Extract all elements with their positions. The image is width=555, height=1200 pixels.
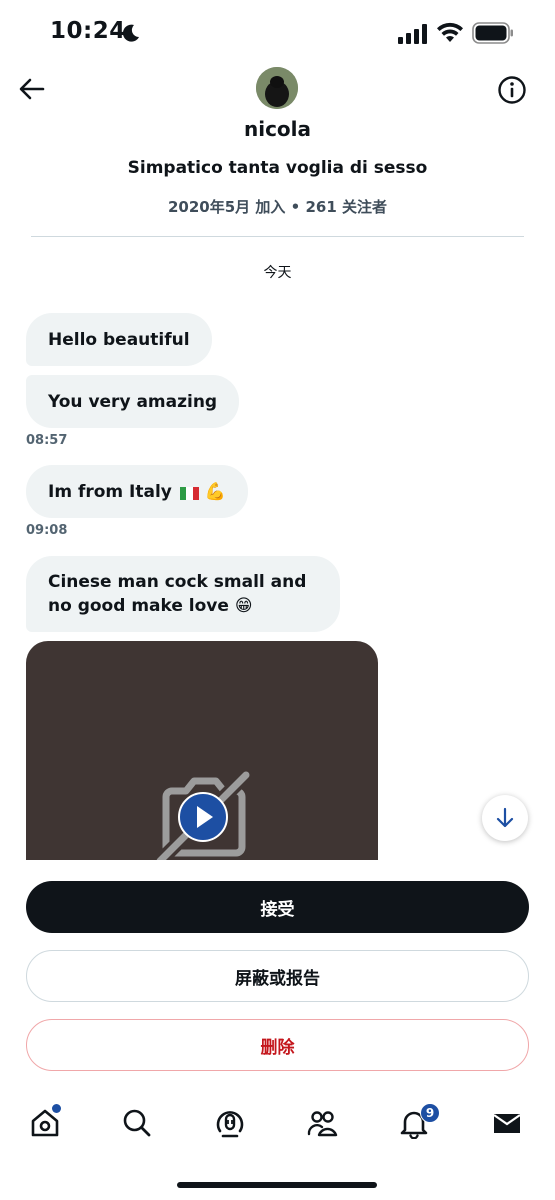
tab-home[interactable] bbox=[25, 1107, 65, 1143]
messages-envelope-icon bbox=[493, 1114, 521, 1133]
video-attachment[interactable] bbox=[26, 641, 378, 881]
message-timestamp: 08:57 bbox=[26, 433, 68, 448]
home-indicator bbox=[177, 1182, 377, 1188]
profile-bio: Simpatico tanta voglia di sesso bbox=[127, 158, 428, 178]
notification-count-badge: 9 bbox=[420, 1103, 440, 1123]
status-time: 10:24 bbox=[50, 18, 126, 44]
tab-search[interactable] bbox=[117, 1107, 157, 1143]
communities-icon bbox=[307, 1111, 338, 1137]
spaces-icon bbox=[216, 1111, 244, 1138]
message-bubble[interactable]: Cinese man cock small and no good make l… bbox=[26, 556, 340, 632]
message-text: Hello beautiful bbox=[48, 329, 190, 350]
profile-name[interactable]: nicola bbox=[0, 117, 555, 141]
search-icon bbox=[123, 1109, 151, 1137]
message-bubble[interactable]: Im from Italy 💪 bbox=[26, 465, 249, 518]
tab-messages[interactable] bbox=[487, 1107, 527, 1143]
message-text: Cinese man cock small and no good make l… bbox=[48, 572, 307, 616]
accept-button[interactable]: 接受 bbox=[26, 881, 529, 933]
italy-flag-icon bbox=[179, 485, 199, 500]
wifi-icon bbox=[437, 22, 463, 42]
message-bubble[interactable]: Hello beautiful bbox=[26, 313, 212, 366]
bottom-tab-bar: 9 bbox=[0, 1090, 555, 1200]
block-or-report-button[interactable]: 屏蔽或报告 bbox=[26, 950, 529, 1002]
home-unread-dot bbox=[52, 1104, 61, 1113]
message-timestamp: 09:08 bbox=[26, 523, 68, 538]
tab-spaces[interactable] bbox=[210, 1107, 250, 1143]
message-bubble[interactable]: You very amazing bbox=[26, 375, 240, 428]
divider bbox=[31, 236, 524, 237]
arrow-down-icon bbox=[496, 807, 514, 828]
message-request-actions: 接受 屏蔽或报告 删除 bbox=[0, 860, 555, 1090]
profile-meta: 2020年5月 加入 • 261 关注者 bbox=[168, 198, 387, 216]
avatar[interactable] bbox=[256, 67, 298, 109]
status-bar: 10:24 bbox=[0, 0, 555, 66]
message-text: Im from Italy bbox=[48, 481, 172, 502]
battery-icon bbox=[472, 22, 513, 44]
flexed-biceps-icon: 💪 bbox=[204, 481, 227, 502]
back-arrow-icon[interactable] bbox=[16, 73, 48, 105]
play-icon[interactable] bbox=[177, 791, 229, 843]
delete-button[interactable]: 删除 bbox=[26, 1019, 529, 1071]
moon-icon bbox=[122, 24, 139, 42]
day-separator: 今天 bbox=[263, 265, 292, 281]
message-text: You very amazing bbox=[48, 391, 218, 412]
tab-communities[interactable] bbox=[302, 1107, 342, 1143]
cellular-signal-icon bbox=[398, 24, 427, 44]
scroll-to-bottom-button[interactable] bbox=[482, 795, 528, 841]
info-icon[interactable] bbox=[497, 75, 527, 105]
